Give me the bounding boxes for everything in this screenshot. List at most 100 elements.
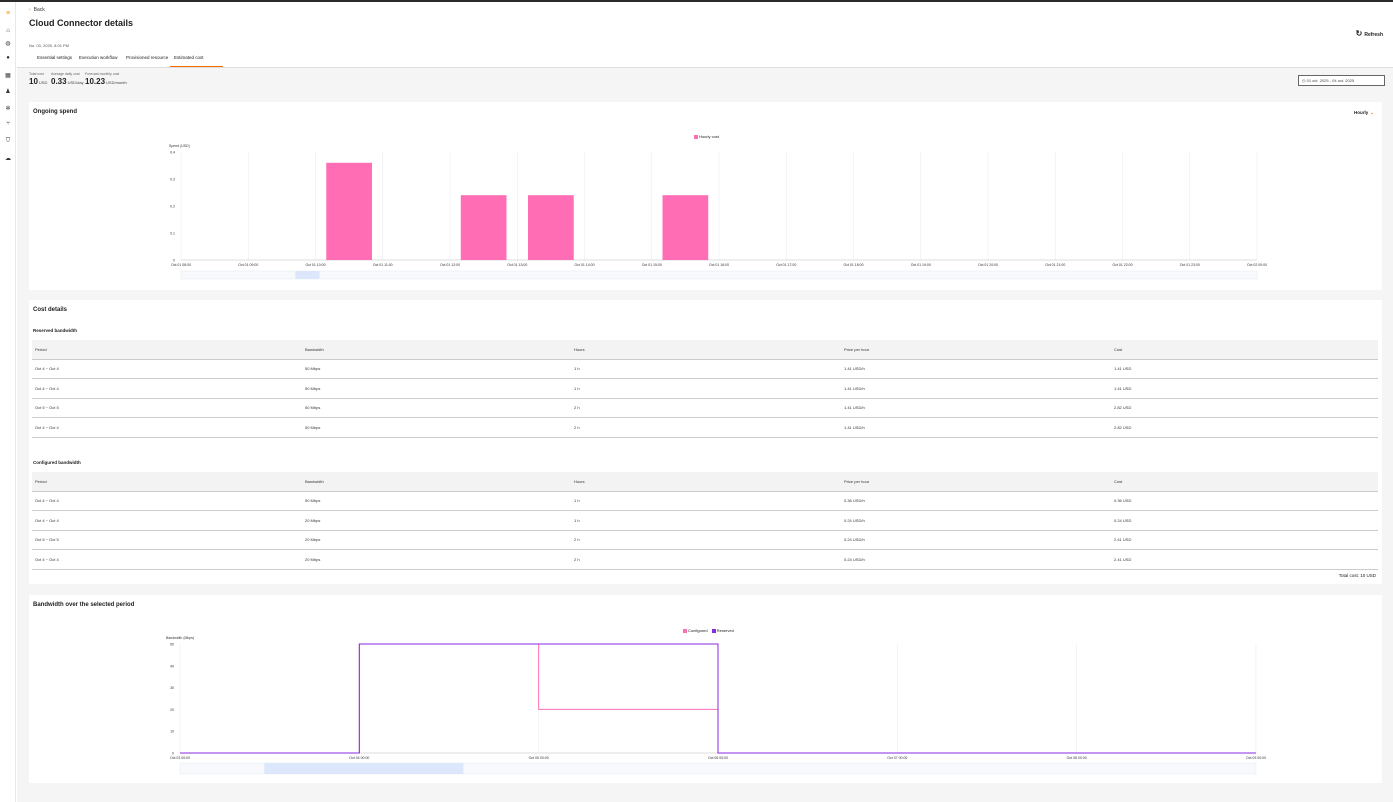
cell-period: Oct 4 ~ Oct 4 bbox=[32, 510, 302, 531]
cost-details-title: Cost details bbox=[33, 307, 68, 313]
shield-icon[interactable]: ⛉ bbox=[5, 138, 11, 144]
y-tick-label: 10 bbox=[170, 730, 174, 734]
ongoing-spend-chart: Spend (USD) 0 0.1 0.2 0.3 0.4 Oct 01 08:00 Oct … bbox=[169, 144, 1267, 280]
configured-bandwidth-title: Configured bandwidth bbox=[33, 460, 81, 465]
table-row: Oct 5 ~ Oct 5 20 Mbps 2 h 0.24 USD/h 2.41 US… bbox=[32, 530, 1378, 550]
ongoing-spend-card: Ongoing spend Hourly ⌄ Hourly cost Spend … bbox=[29, 102, 1382, 290]
total-cost-unit: USD bbox=[38, 80, 48, 85]
forecast-cost-unit: USD/month bbox=[106, 80, 127, 85]
table-row: Oct 4 ~ Oct 4 20 Mbps 2 h 0.24 USD/h 2.41 US… bbox=[32, 549, 1378, 570]
bar bbox=[326, 162, 372, 260]
y-axis-label: Spend (USD) bbox=[169, 144, 190, 148]
cell-bandwidth: 50 Mbps bbox=[302, 491, 571, 511]
cell-period: Oct 4 ~ Oct 4 bbox=[32, 549, 302, 570]
cost-details-card: Cost details Reserved bandwidth Period B… bbox=[29, 300, 1382, 584]
home-icon[interactable]: ⌂ bbox=[5, 28, 11, 34]
table-header-row: Period Bandwidth Hours Price per hour Co… bbox=[32, 472, 1378, 492]
user-icon[interactable]: ♟ bbox=[5, 89, 11, 95]
date-range-picker[interactable]: ◷ 01 oct. 2025 - 04 oct. 2025 bbox=[1298, 75, 1385, 86]
column-bandwidth: Bandwidth bbox=[302, 340, 571, 360]
refresh-label: Refresh bbox=[1364, 32, 1383, 38]
refresh-icon: ↻ bbox=[1355, 29, 1363, 38]
cell-hours: 2 h bbox=[571, 530, 841, 550]
cell-cost: 2.82 USD bbox=[1111, 398, 1378, 418]
y-tick-label: 0.1 bbox=[170, 232, 175, 236]
bandwidth-chart: Bandwidth (Mbps) 0 10 20 30 40 50 Oct 03 00:00 O… bbox=[166, 636, 1266, 775]
x-tick-label: Oct 01 21:00 bbox=[1045, 263, 1065, 267]
cell-period: Oct 4 ~ Oct 4 bbox=[32, 417, 302, 438]
forecast-cost-value: 10.23USD/month bbox=[85, 77, 127, 86]
x-tick-label: Oct 01 15:00 bbox=[642, 263, 662, 267]
network-icon[interactable]: ⑂ bbox=[5, 121, 11, 127]
total-cost-label: Total cost bbox=[29, 72, 44, 76]
column-cost: Cost bbox=[1111, 472, 1378, 492]
x-tick-label: Oct 01 20:00 bbox=[978, 263, 998, 267]
cell-cost: 0.36 USD bbox=[1111, 491, 1378, 511]
main-content: ‹ Back Cloud Connector details ↻ Refresh N… bbox=[17, 2, 1393, 802]
column-period: Period bbox=[32, 472, 302, 492]
zoom-slider-window bbox=[295, 271, 320, 279]
column-cost: Cost bbox=[1111, 340, 1378, 360]
x-tick-label: Oct 08 00:00 bbox=[1067, 756, 1087, 760]
x-tick-label: Oct 06 00:00 bbox=[708, 756, 728, 760]
column-hours: Hours bbox=[571, 340, 841, 360]
cell-bandwidth: 50 Mbps bbox=[302, 398, 571, 418]
x-tick-label: Oct 01 11:00 bbox=[373, 263, 393, 267]
x-tick-label: Oct 01 19:00 bbox=[911, 263, 931, 267]
back-link[interactable]: ‹ Back bbox=[29, 7, 45, 13]
x-tick-label: Oct 04 00:00 bbox=[349, 756, 369, 760]
cell-price-per-hour: 1.41 USD/h bbox=[841, 398, 1111, 418]
table-row: Oct 4 ~ Oct 4 50 Mbps 2 h 1.41 USD/h 2.82 US… bbox=[32, 417, 1378, 438]
x-tick-label: Oct 01 13:00 bbox=[507, 263, 527, 267]
tab-essential-settings[interactable]: Essential settings bbox=[37, 53, 72, 67]
y-axis-label: Bandwidth (Mbps) bbox=[166, 636, 194, 640]
x-tick-label: Oct 01 18:00 bbox=[843, 263, 863, 267]
tab-provisioned-resource[interactable]: Provisioned resource bbox=[126, 53, 168, 67]
column-hours: Hours bbox=[571, 472, 841, 492]
forecast-cost-label: Forecast monthly cost bbox=[85, 72, 120, 76]
x-tick-label: Oct 01 12:00 bbox=[440, 263, 460, 267]
x-tick-label: Oct 07 00:00 bbox=[887, 756, 907, 760]
cell-price-per-hour: 0.24 USD/h bbox=[841, 530, 1111, 550]
table-row: Oct 4 ~ Oct 4 50 Mbps 1 h 0.36 USD/h 0.36 US… bbox=[32, 491, 1378, 511]
refresh-button[interactable]: ↻ Refresh bbox=[1356, 29, 1383, 38]
cell-price-per-hour: 0.24 USD/h bbox=[841, 549, 1111, 570]
cell-price-per-hour: 1.41 USD/h bbox=[841, 378, 1111, 399]
average-cost-label: Average daily cost bbox=[51, 72, 80, 76]
cell-hours: 2 h bbox=[571, 398, 841, 418]
y-tick-label: 0.2 bbox=[170, 205, 175, 209]
forecast-cost-stat: Forecast monthly cost 10.23USD/month bbox=[85, 72, 127, 86]
y-tick-label: 50 bbox=[170, 643, 174, 647]
x-tick-label: Oct 09 00:00 bbox=[1246, 756, 1266, 760]
grid-icon[interactable]: ▦ bbox=[5, 73, 11, 79]
average-cost-stat: Average daily cost 0.33USD/day bbox=[51, 72, 84, 86]
cloud-icon[interactable]: ☁ bbox=[5, 156, 11, 162]
cell-hours: 2 h bbox=[571, 417, 841, 438]
series-line-reserved bbox=[180, 643, 1256, 754]
column-bandwidth: Bandwidth bbox=[302, 472, 571, 492]
cell-period: Oct 4 ~ Oct 4 bbox=[32, 359, 302, 379]
cell-cost: 1.41 USD bbox=[1111, 378, 1378, 399]
app-logo-icon[interactable]: ≡ bbox=[4, 10, 12, 18]
cell-cost: 2.82 USD bbox=[1111, 417, 1378, 438]
column-period: Period bbox=[32, 340, 302, 360]
configured-bandwidth-table: Period Bandwidth Hours Price per hour Co… bbox=[32, 472, 1378, 570]
cell-price-per-hour: 1.41 USD/h bbox=[841, 417, 1111, 438]
column-price-per-hour: Price per hour bbox=[841, 340, 1111, 360]
bandwidth-card: Bandwidth over the selected period Confi… bbox=[29, 595, 1382, 783]
x-tick-label: Oct 03 00:00 bbox=[170, 756, 190, 760]
location-icon[interactable]: ● bbox=[5, 55, 11, 61]
zoom-slider-track bbox=[180, 270, 1258, 280]
cell-bandwidth: 20 Mbps bbox=[302, 549, 571, 570]
total-cost-number: 10 bbox=[29, 77, 38, 86]
page-title: Cloud Connector details bbox=[29, 18, 134, 28]
x-tick-label: Oct 02 00:00 bbox=[1247, 263, 1267, 267]
globe-icon[interactable]: ◍ bbox=[5, 41, 11, 47]
tab-estimated-cost[interactable]: Estimated cost bbox=[170, 53, 223, 67]
cell-bandwidth: 50 Mbps bbox=[302, 417, 571, 438]
settings-icon[interactable]: ✲ bbox=[5, 106, 11, 112]
table-row: Oct 4 ~ Oct 4 50 Mbps 1 h 1.41 USD/h 1.41 US… bbox=[32, 359, 1378, 379]
average-cost-number: 0.33 bbox=[51, 77, 67, 86]
tab-execution-workflow[interactable]: Execution workflow bbox=[79, 53, 118, 67]
cell-bandwidth: 50 Mbps bbox=[302, 359, 571, 379]
